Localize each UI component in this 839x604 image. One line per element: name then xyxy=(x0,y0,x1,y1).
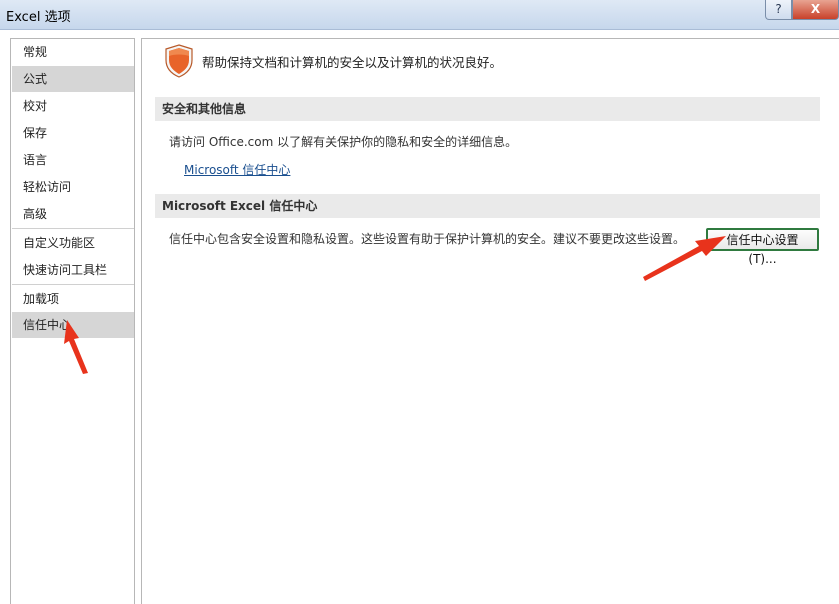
section-title-excel-trust-center: Microsoft Excel 信任中心 xyxy=(155,194,820,218)
nav-item-proofing[interactable]: 校对 xyxy=(12,93,134,119)
nav-item-accessibility[interactable]: 轻松访问 xyxy=(12,174,134,200)
trust-center-description: 信任中心包含安全设置和隐私设置。这些设置有助于保护计算机的安全。建议不要更改这些… xyxy=(169,232,686,246)
nav-item-language[interactable]: 语言 xyxy=(12,147,134,173)
section-title-security-info: 安全和其他信息 xyxy=(155,97,820,121)
help-button[interactable]: ? xyxy=(765,0,792,20)
nav-item-save[interactable]: 保存 xyxy=(12,120,134,146)
close-button[interactable]: X xyxy=(792,0,839,20)
privacy-info-text: 请访问 Office.com 以了解有关保护你的隐私和安全的详细信息。 xyxy=(169,135,518,149)
title-bar: Excel 选项 ? X xyxy=(0,0,839,30)
trust-center-settings-button[interactable]: 信任中心设置(T)... xyxy=(706,228,819,266)
window-title: Excel 选项 xyxy=(6,10,71,25)
microsoft-trust-center-link[interactable]: Microsoft 信任中心 xyxy=(184,161,290,178)
nav-item-general[interactable]: 常规 xyxy=(12,39,134,65)
nav-item-formulas[interactable]: 公式 xyxy=(12,66,134,92)
trust-center-pane: 帮助保持文档和计算机的安全以及计算机的状况良好。 安全和其他信息 请访问 Off… xyxy=(141,38,839,604)
page-header: 帮助保持文档和计算机的安全以及计算机的状况良好。 xyxy=(202,55,503,70)
nav-item-advanced[interactable]: 高级 xyxy=(12,201,134,227)
options-nav: 常规 公式 校对 保存 语言 轻松访问 高级 自定义功能区 快速访问工具栏 加载… xyxy=(10,38,135,604)
nav-item-customize-ribbon[interactable]: 自定义功能区 xyxy=(12,230,134,256)
nav-item-quick-access-toolbar[interactable]: 快速访问工具栏 xyxy=(12,257,134,283)
nav-divider xyxy=(12,284,134,285)
nav-item-trust-center[interactable]: 信任中心 xyxy=(12,312,134,338)
shield-icon xyxy=(165,44,193,78)
nav-divider xyxy=(12,228,134,229)
nav-item-add-ins[interactable]: 加载项 xyxy=(12,286,134,312)
